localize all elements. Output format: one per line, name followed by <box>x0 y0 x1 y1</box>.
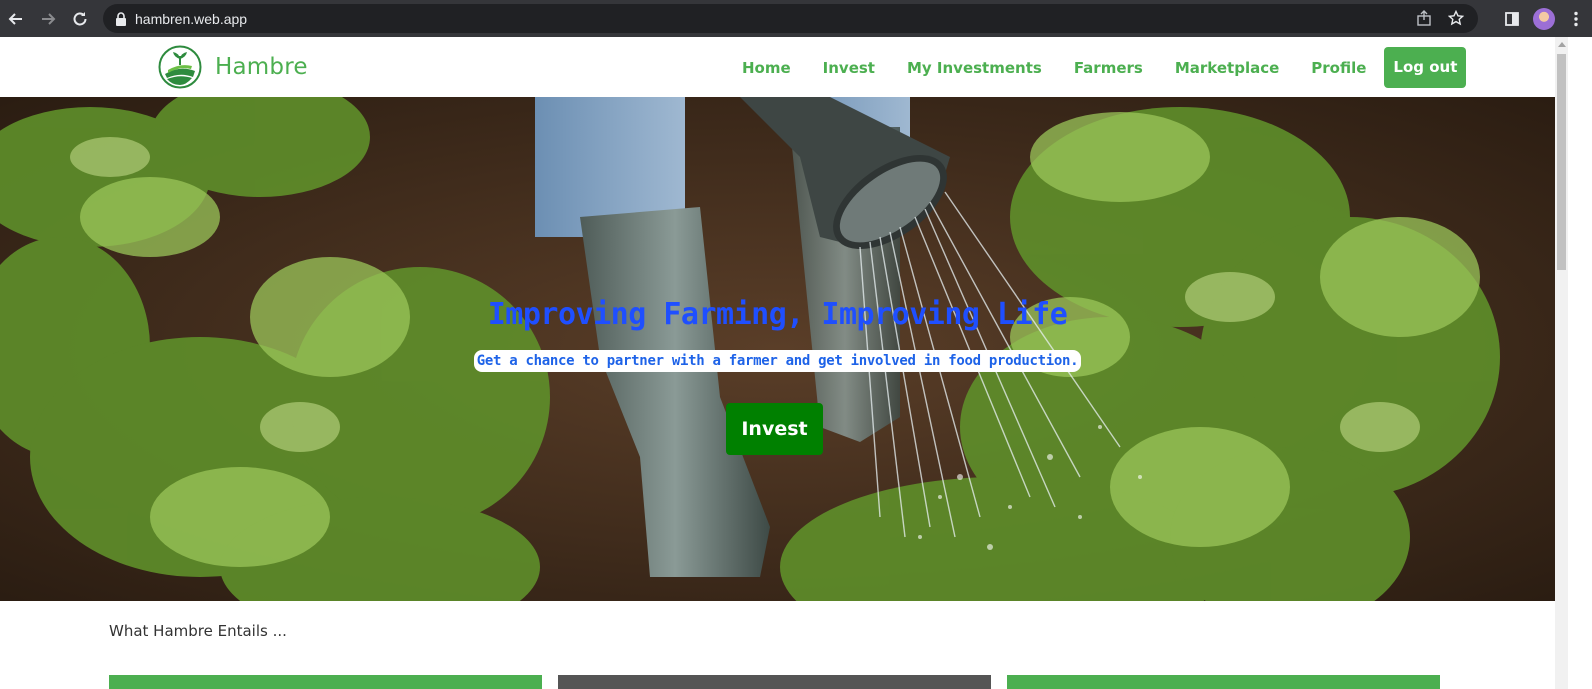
hero-subtitle: Get a chance to partner with a farmer an… <box>473 350 1082 372</box>
lock-icon <box>116 11 126 26</box>
star-icon[interactable] <box>1448 10 1464 26</box>
section-heading: What Hambre Entails ... <box>109 622 287 640</box>
nav-home[interactable]: Home <box>726 50 807 86</box>
hero-background-image <box>0 97 1555 601</box>
share-icon[interactable] <box>1416 10 1432 26</box>
address-bar[interactable]: hambren.web.app <box>103 4 1478 33</box>
hero-title: Improving Farming, Improving Life <box>487 297 1068 332</box>
scrollbar-thumb[interactable] <box>1557 54 1566 270</box>
forward-arrow-icon[interactable] <box>32 3 64 35</box>
main-menu: Home Invest My Investments Farmers Marke… <box>726 47 1467 88</box>
hero-banner: Improving Farming, Improving Life Get a … <box>0 97 1555 601</box>
side-panel-icon[interactable] <box>1496 11 1528 27</box>
brand[interactable]: Hambre <box>158 45 308 89</box>
browser-toolbar: hambren.web.app <box>0 0 1592 37</box>
reload-icon[interactable] <box>64 3 96 35</box>
feature-card <box>109 675 542 689</box>
nav-profile[interactable]: Profile <box>1295 50 1382 86</box>
profile-avatar[interactable] <box>1528 7 1560 30</box>
url-text: hambren.web.app <box>135 10 248 27</box>
scroll-up-arrow-icon[interactable] <box>1558 42 1566 47</box>
nav-marketplace[interactable]: Marketplace <box>1159 50 1295 86</box>
kebab-menu-icon[interactable] <box>1560 11 1592 27</box>
page-scrollbar[interactable] <box>1555 37 1568 689</box>
nav-my-investments[interactable]: My Investments <box>891 50 1058 86</box>
feature-card <box>558 675 991 689</box>
feature-card <box>1007 675 1440 689</box>
nav-farmers[interactable]: Farmers <box>1058 50 1159 86</box>
back-arrow-icon[interactable] <box>0 3 32 35</box>
nav-invest[interactable]: Invest <box>807 50 891 86</box>
window-edge <box>1568 37 1592 689</box>
site-navbar: Hambre Home Invest My Investments Farmer… <box>0 37 1555 97</box>
hambre-logo <box>158 45 202 89</box>
hero-invest-button[interactable]: Invest <box>726 403 823 455</box>
logout-button[interactable]: Log out <box>1384 47 1467 88</box>
brand-name: Hambre <box>215 54 308 80</box>
